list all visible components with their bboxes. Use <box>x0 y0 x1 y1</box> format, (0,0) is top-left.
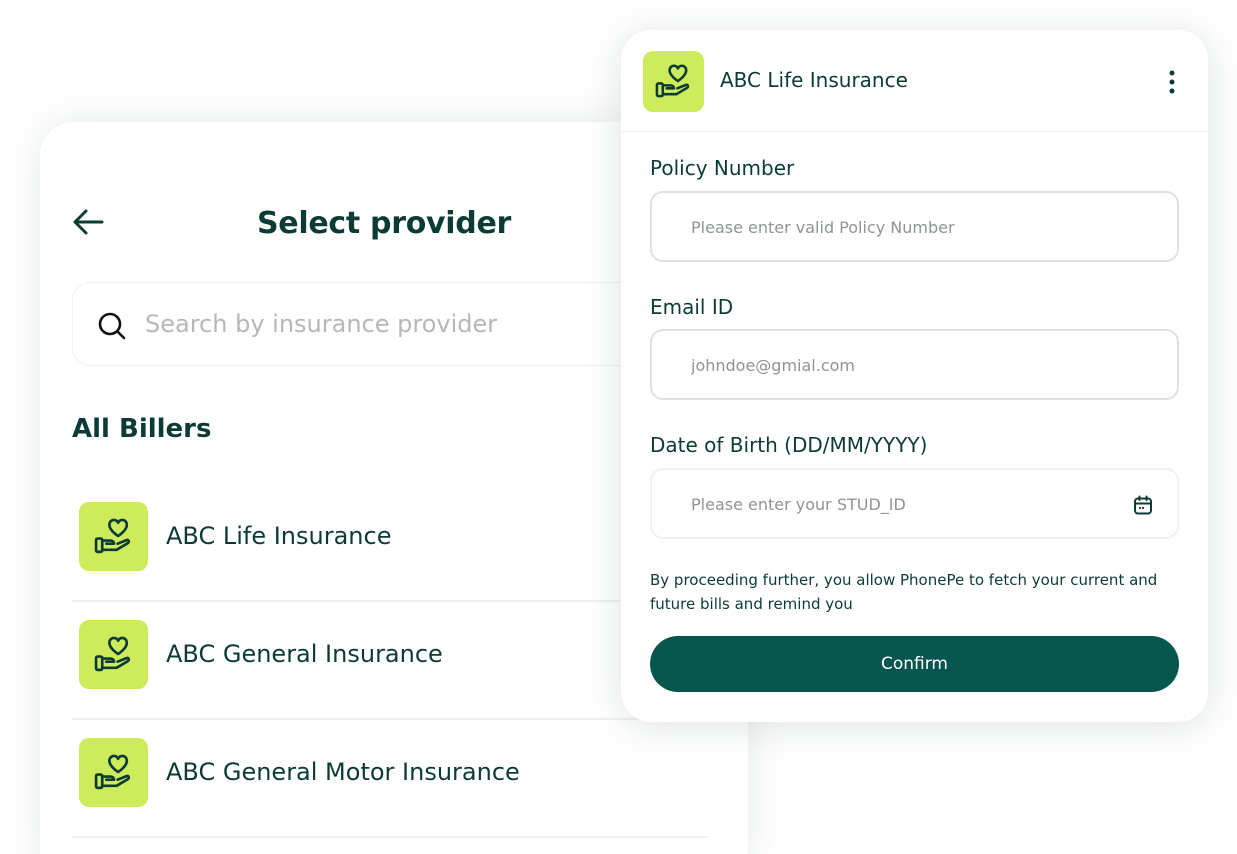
biller-name: ABC Life Insurance <box>166 522 392 550</box>
card-header: ABC Life Insurance <box>621 30 1208 132</box>
search-icon <box>98 312 126 340</box>
biller-item[interactable]: ABC General Insurance <box>72 602 708 720</box>
kebab-menu-icon[interactable] <box>1161 68 1183 96</box>
biller-item[interactable]: ABC Life Insurance <box>72 484 708 602</box>
policy-number-field-box[interactable] <box>650 191 1179 262</box>
consent-text: By proceeding further, you allow PhonePe… <box>650 571 1158 613</box>
calendar-icon[interactable] <box>1132 494 1154 516</box>
email-label: Email ID <box>650 295 734 319</box>
biller-list: ABC Life Insurance ABC General Insurance <box>72 484 708 838</box>
email-field[interactable] <box>691 349 1131 381</box>
card-title: ABC Life Insurance <box>720 68 908 92</box>
biller-details-card: ABC Life Insurance Policy Number Email I… <box>621 30 1208 722</box>
dob-field[interactable] <box>691 488 1131 520</box>
policy-number-label: Policy Number <box>650 156 795 180</box>
dob-field-box[interactable] <box>650 468 1179 539</box>
biller-logo <box>643 51 704 112</box>
biller-logo <box>79 620 148 689</box>
biller-item[interactable]: ABC General Motor Insurance <box>72 720 708 838</box>
biller-logo <box>79 738 148 807</box>
hand-heart-icon <box>94 754 131 790</box>
dob-label: Date of Birth (DD/MM/YYYY) <box>650 433 928 457</box>
hand-heart-icon <box>655 64 690 98</box>
biller-name: ABC General Motor Insurance <box>166 758 520 786</box>
confirm-button[interactable]: Confirm <box>650 636 1179 692</box>
biller-logo <box>79 502 148 571</box>
hand-heart-icon <box>94 636 131 672</box>
email-field-box[interactable] <box>650 329 1179 400</box>
biller-name: ABC General Insurance <box>166 640 443 668</box>
section-title-all-billers: All Billers <box>72 414 212 444</box>
policy-number-field[interactable] <box>691 211 1131 243</box>
hand-heart-icon <box>94 518 131 554</box>
